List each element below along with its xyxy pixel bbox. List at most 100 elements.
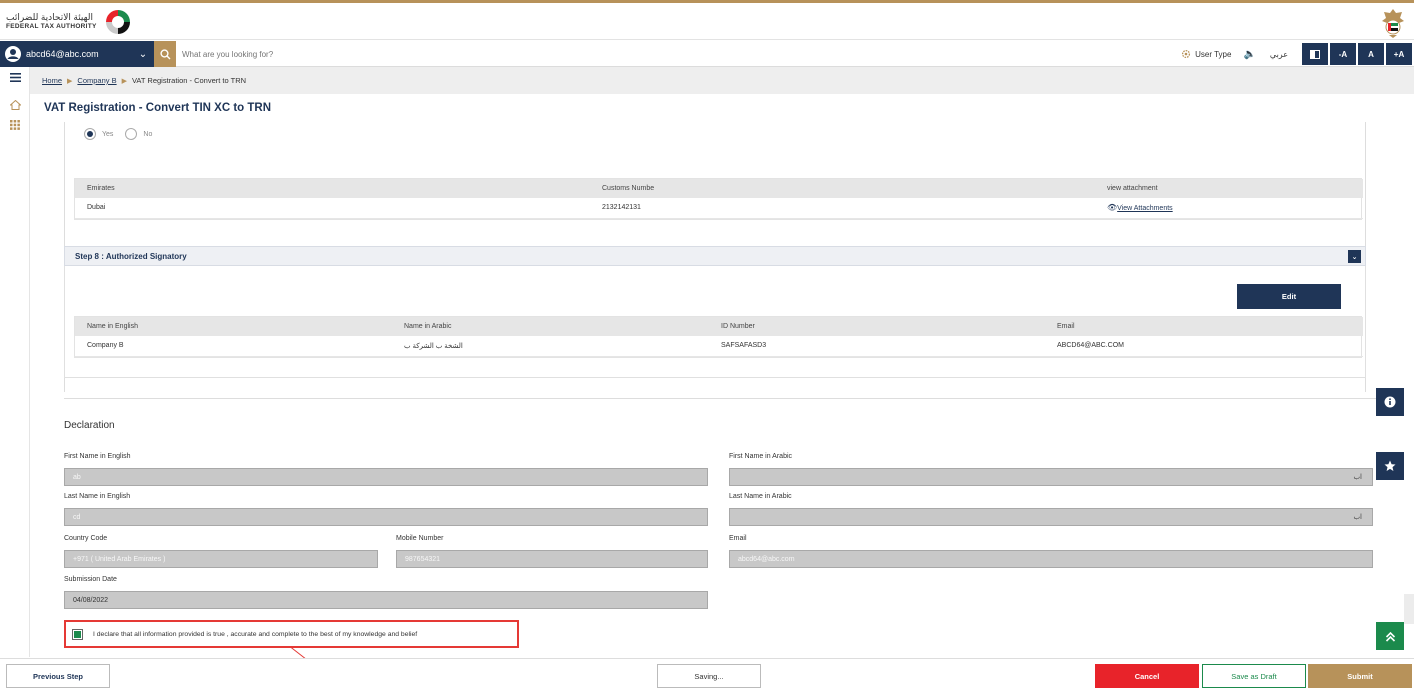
customs-table: Emirates Customs Numbe view attachment D… (74, 178, 1363, 220)
col-email: Email (1045, 317, 1363, 336)
table-row: Company B الشخة ب الشركة ب SAFSAFASD3 AB… (75, 336, 1363, 357)
declaration-agree-box: I declare that all information provided … (64, 620, 519, 648)
mobile-field[interactable]: 987654321 (396, 550, 708, 568)
table-header-row: Name in English Name in Arabic ID Number… (75, 317, 1363, 336)
cancel-button[interactable]: Cancel (1095, 664, 1199, 688)
signatory-table: Name in English Name in Arabic ID Number… (74, 316, 1363, 358)
first-name-ar-value: اب (1353, 474, 1362, 481)
emirate-cell: Dubai (75, 198, 590, 219)
left-rail (0, 67, 30, 657)
grid-nav[interactable] (0, 115, 30, 135)
table-row: Dubai 2132142131 👁View Attachments (75, 198, 1363, 219)
breadcrumb: Home ▶ Company B ▶ VAT Registration - Co… (30, 67, 1414, 94)
scrollbar[interactable] (1404, 594, 1414, 624)
mobile-label: Mobile Number (396, 535, 444, 542)
submission-date-label: Submission Date (64, 576, 117, 583)
radio-group: Yes No (84, 128, 152, 140)
step8-header[interactable]: Step 8 : Authorized Signatory ⌄ (64, 246, 1366, 266)
breadcrumb-arrow-icon: ▶ (67, 77, 73, 85)
radio-no[interactable] (125, 128, 138, 140)
col-view-attachment: view attachment (1095, 179, 1363, 198)
user-type-button[interactable]: User Type (1181, 49, 1231, 59)
search-button[interactable] (154, 41, 176, 67)
user-type-label: User Type (1195, 49, 1232, 59)
eye-icon: 👁 (1107, 203, 1118, 213)
view-attachments-link[interactable]: View Attachments (1117, 205, 1173, 212)
edit-button[interactable]: Edit (1237, 284, 1341, 309)
breadcrumb-home[interactable]: Home (42, 76, 62, 85)
main-content: Yes No Emirates Customs Numbe view attac… (44, 122, 1386, 652)
last-name-en-field[interactable]: cd (64, 508, 708, 526)
user-avatar-icon (5, 46, 21, 62)
submit-button[interactable]: Submit (1308, 664, 1412, 688)
menu-toggle[interactable] (0, 67, 30, 87)
first-name-ar-field[interactable]: اب (729, 468, 1373, 486)
fta-emblem-icon (105, 10, 130, 34)
chevron-down-icon[interactable]: ⌄ (1348, 250, 1361, 263)
country-code-label: Country Code (64, 535, 108, 542)
navbar: abcd64@abc.com ⌄ User Type 🔈 عربي -A A +… (0, 41, 1414, 67)
radio-yes[interactable] (84, 128, 96, 140)
speaker-icon[interactable]: 🔈 (1243, 49, 1255, 60)
saving-status-button[interactable]: Saving... (657, 664, 761, 688)
chevron-down-icon[interactable]: ⌄ (136, 49, 150, 60)
step8-title: Step 8 : Authorized Signatory (75, 251, 187, 261)
user-menu[interactable]: abcd64@abc.com ⌄ (0, 41, 154, 67)
home-nav[interactable] (0, 95, 30, 115)
fta-logo[interactable]: الهيئة الاتحادية للضرائب FEDERAL TAX AUT… (6, 7, 133, 37)
page-title: VAT Registration - Convert TIN XC to TRN (44, 102, 272, 114)
col-emirates: Emirates (75, 179, 590, 198)
col-customs-number: Customs Numbe (590, 179, 1095, 198)
breadcrumb-current: VAT Registration - Convert to TRN (131, 76, 247, 85)
gear-icon (1182, 49, 1191, 59)
hamburger-icon (9, 72, 21, 82)
scroll-top-button[interactable] (1376, 622, 1404, 650)
declaration-agree-text: I declare that all information provided … (93, 630, 418, 638)
footer-actions: Previous Step Saving... Cancel Save as D… (0, 658, 1414, 690)
contrast-icon (1310, 49, 1320, 59)
search-input[interactable] (182, 44, 682, 64)
breadcrumb-company[interactable]: Company B (77, 76, 116, 85)
last-name-ar-field[interactable]: اب (729, 508, 1373, 526)
section-divider (64, 398, 1386, 399)
language-toggle[interactable]: عربي (1270, 50, 1288, 59)
first-name-ar-label: First Name in Arabic (729, 453, 793, 460)
logo-english-text: FEDERAL TAX AUTHORITY (6, 23, 97, 31)
email-field[interactable]: abcd64@abc.com (729, 550, 1373, 568)
grid-icon (10, 120, 20, 130)
declaration-checkbox[interactable] (72, 628, 83, 640)
step8-body: Edit Name in English Name in Arabic ID N… (64, 266, 1366, 378)
contrast-button[interactable] (1302, 43, 1328, 65)
col-name-english: Name in English (75, 317, 392, 336)
uae-emblem-icon (1382, 9, 1404, 38)
logo-arabic-text: الهيئة الاتحادية للضرائب (6, 12, 94, 23)
signatory-name-ar: الشخة ب الشركة ب (392, 336, 709, 357)
radio-yes-label: Yes (102, 130, 114, 138)
previous-step-button[interactable]: Previous Step (6, 664, 110, 688)
radio-no-label: No (143, 130, 153, 138)
signatory-id: SAFSAFASD3 (709, 336, 1045, 357)
last-name-ar-label: Last Name in Arabic (729, 493, 792, 500)
table-header-row: Emirates Customs Numbe view attachment (75, 179, 1363, 198)
font-decrease-button[interactable]: -A (1330, 43, 1356, 65)
save-draft-button[interactable]: Save as Draft (1202, 664, 1306, 688)
info-icon (1384, 396, 1396, 408)
star-icon (1384, 460, 1396, 471)
breadcrumb-arrow-icon: ▶ (121, 77, 127, 85)
info-button[interactable] (1376, 388, 1404, 416)
last-name-ar-value: اب (1353, 514, 1362, 521)
signatory-name-en: Company B (75, 336, 392, 357)
first-name-en-label: First Name in English (64, 453, 131, 460)
font-increase-button[interactable]: +A (1386, 43, 1412, 65)
search-icon (159, 48, 170, 59)
user-email: abcd64@abc.com (26, 49, 99, 59)
country-code-field[interactable]: +971 ( United Arab Emirates ) (64, 550, 378, 568)
signatory-email: ABCD64@ABC.COM (1045, 336, 1363, 357)
submission-date-field[interactable]: 04/08/2022 (64, 591, 708, 609)
double-chevron-up-icon (1385, 631, 1395, 642)
first-name-en-field[interactable]: ab (64, 468, 708, 486)
font-normal-button[interactable]: A (1358, 43, 1384, 65)
customs-number-cell: 2132142131 (590, 198, 1095, 219)
favorite-button[interactable] (1376, 452, 1404, 480)
top-header: الهيئة الاتحادية للضرائب FEDERAL TAX AUT… (0, 0, 1414, 40)
